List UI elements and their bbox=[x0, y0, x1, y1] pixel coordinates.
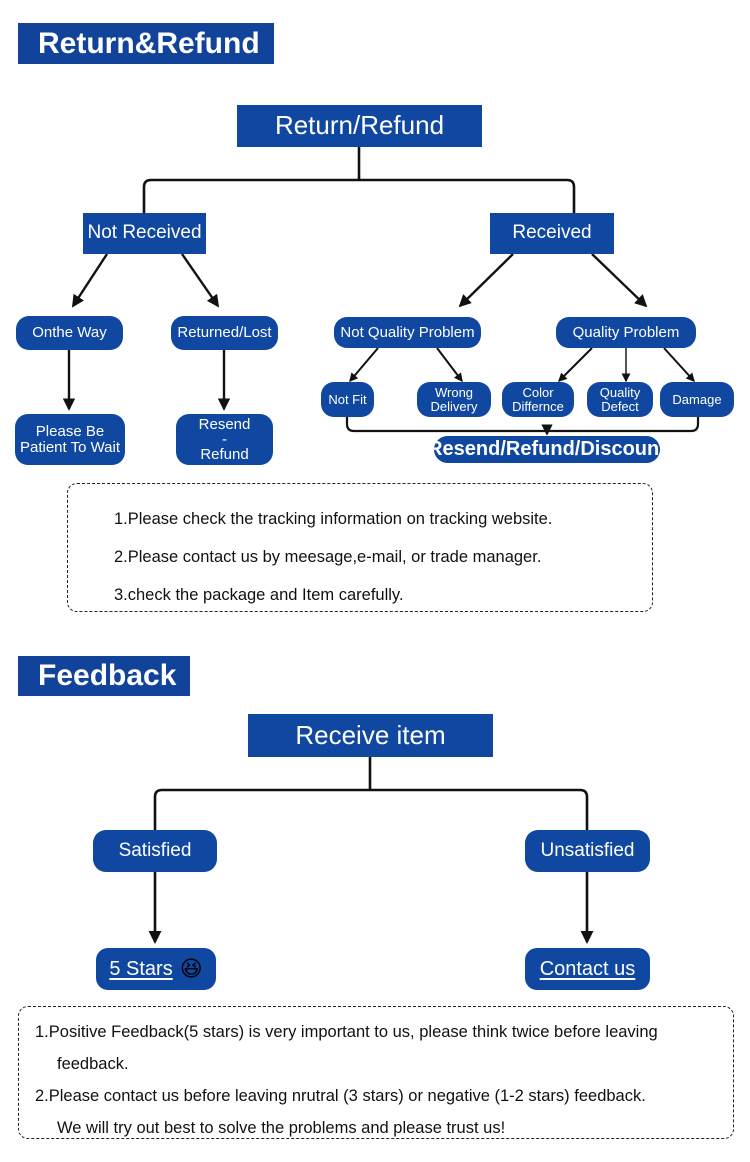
node-quality-problem[interactable]: Quality Problem bbox=[556, 317, 696, 348]
node-returned-lost[interactable]: Returned/Lost bbox=[171, 316, 278, 350]
section-header-feedback: Feedback bbox=[18, 656, 191, 696]
note-line: 1.Positive Feedback(5 stars) is very imp… bbox=[35, 1023, 658, 1041]
feedback-notes-box: 1.Positive Feedback(5 stars) is very imp… bbox=[18, 1006, 734, 1139]
node-not-received[interactable]: Not Received bbox=[83, 213, 206, 254]
node-quality-defect[interactable]: Quality Defect bbox=[587, 382, 653, 417]
node-unsatisfied[interactable]: Unsatisfied bbox=[525, 830, 650, 872]
node-line: Please Be bbox=[35, 422, 105, 440]
note-line: feedback. bbox=[57, 1055, 129, 1073]
node-line: Defect bbox=[601, 398, 639, 414]
node-resend-refund-discount[interactable]: Resend/Refund/Discount bbox=[428, 436, 666, 463]
node-damage[interactable]: Damage bbox=[660, 382, 734, 417]
return-notes-box: 1.Please check the tracking information … bbox=[67, 483, 653, 612]
laughing-face-icon: 😆 bbox=[179, 956, 203, 981]
note-line: 1.Please check the tracking information … bbox=[114, 510, 553, 528]
note-line: 3.check the package and Item carefully. bbox=[114, 586, 404, 604]
node-line: Wrong bbox=[434, 384, 474, 400]
node-line: Quality bbox=[599, 384, 641, 400]
section-accent-bar bbox=[18, 23, 26, 64]
node-not-quality-problem[interactable]: Not Quality Problem bbox=[334, 317, 481, 348]
node-line: Refund bbox=[200, 446, 249, 463]
node-not-fit[interactable]: Not Fit bbox=[321, 382, 374, 417]
node-line: Color bbox=[522, 384, 554, 400]
node-line: - bbox=[222, 431, 227, 448]
note-line: We will try out best to solve the proble… bbox=[57, 1119, 506, 1137]
node-received[interactable]: Received bbox=[490, 213, 614, 254]
node-color-differnce[interactable]: Color Differnce bbox=[502, 382, 574, 417]
node-wrong-delivery[interactable]: Wrong Delivery bbox=[417, 382, 491, 417]
node-satisfied[interactable]: Satisfied bbox=[93, 830, 217, 872]
node-line: Resend bbox=[198, 416, 251, 433]
section-title-plate: Return&Refund bbox=[26, 23, 274, 64]
section-title-plate: Feedback bbox=[26, 656, 191, 696]
contact-us-label: Contact us bbox=[539, 957, 636, 980]
node-line: Patient To Wait bbox=[19, 438, 121, 456]
section-title-text: Feedback bbox=[38, 659, 177, 692]
section-accent-bar bbox=[18, 656, 26, 696]
node-receive-item[interactable]: Receive item bbox=[248, 714, 493, 757]
note-line: 2.Please contact us before leaving nrutr… bbox=[35, 1087, 646, 1105]
section-title-text: Return&Refund bbox=[38, 26, 260, 60]
node-return-refund-root[interactable]: Return/Refund bbox=[237, 105, 482, 147]
node-resend-refund[interactable]: Resend - Refund bbox=[176, 414, 273, 465]
node-onthe-way[interactable]: Onthe Way bbox=[16, 316, 123, 350]
node-contact-us[interactable]: Contact us bbox=[525, 948, 650, 990]
node-five-stars[interactable]: 5 Stars 😆 bbox=[96, 948, 216, 990]
section-header-return-refund: Return&Refund bbox=[18, 23, 274, 64]
node-line: Delivery bbox=[430, 398, 478, 414]
five-stars-label: 5 Stars bbox=[109, 957, 173, 980]
node-line: Differnce bbox=[512, 398, 564, 414]
node-please-be-patient[interactable]: Please Be Patient To Wait bbox=[15, 414, 125, 465]
note-line: 2.Please contact us by meesage,e-mail, o… bbox=[114, 548, 542, 566]
